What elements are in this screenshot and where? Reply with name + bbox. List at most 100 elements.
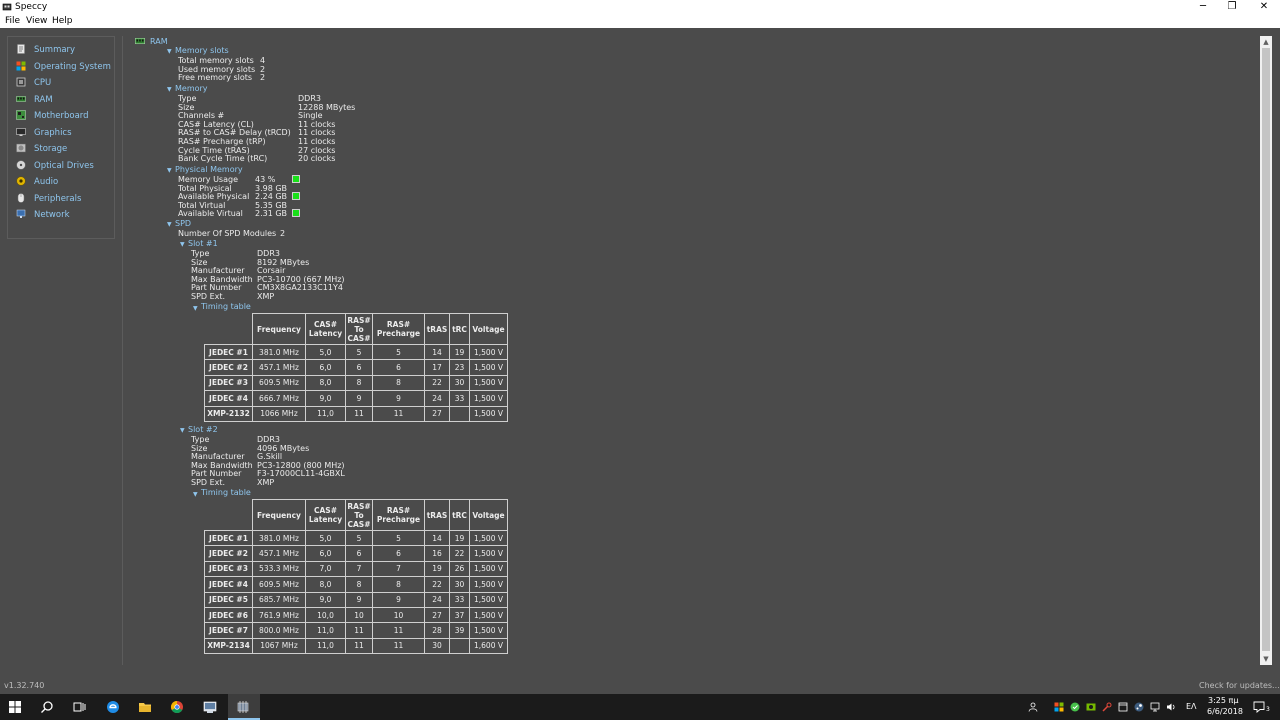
heading-slot-2[interactable]: Slot #2: [188, 425, 218, 434]
tray-tool-icon[interactable]: [1102, 702, 1112, 712]
input-language-indicator[interactable]: ΕΛ: [1186, 702, 1197, 711]
collapse-arrow-icon[interactable]: ▼: [193, 305, 198, 312]
table-cell: 6,0: [305, 545, 346, 562]
clock-time[interactable]: 3:25 πμ: [1208, 696, 1238, 705]
table-cell: 37: [449, 606, 470, 624]
notifications-icon[interactable]: [1253, 701, 1265, 713]
volume-icon[interactable]: [1166, 702, 1176, 712]
menu-file[interactable]: File: [5, 16, 20, 26]
minimize-button[interactable]: ─: [1187, 0, 1219, 15]
table-cell: 11: [372, 405, 425, 422]
table-cell: 11: [345, 637, 373, 655]
nvidia-icon[interactable]: [1086, 702, 1096, 712]
table-cell: 1,500 V: [469, 606, 508, 624]
field-value: XMP: [257, 478, 275, 487]
people-icon[interactable]: [1028, 702, 1038, 712]
table-cell: 9: [345, 591, 373, 608]
taskbar-app-edge[interactable]: [98, 694, 130, 720]
table-cell: 22: [424, 576, 450, 593]
heading-memory-slots[interactable]: Memory slots: [175, 46, 229, 55]
heading-timing-table[interactable]: Timing table: [201, 302, 251, 311]
clock-date[interactable]: 6/6/2018: [1207, 707, 1243, 716]
network-status-icon[interactable]: [1150, 702, 1160, 712]
table-cell: 30: [424, 637, 450, 655]
status-indicator-icon: [292, 192, 300, 201]
task-view-button[interactable]: [64, 694, 96, 720]
table-cell: 6: [372, 359, 425, 376]
table-cell: 8: [372, 374, 425, 392]
scroll-up-arrow-icon[interactable]: ▲: [1260, 36, 1272, 48]
table-cell: 761.9 MHz: [252, 606, 306, 624]
table-row: JEDEC #2 457.1 MHz 6,0 6 6 16 22 1,500 V: [204, 545, 508, 562]
collapse-arrow-icon[interactable]: ▼: [167, 48, 172, 55]
menu-help[interactable]: Help: [52, 16, 73, 26]
tray-app-icon[interactable]: [1070, 702, 1080, 712]
sidebar-item-label: Operating System: [34, 61, 111, 72]
table-row: JEDEC #4 666.7 MHz 9,0 9 9 24 33 1,500 V: [204, 390, 508, 407]
windows-defender-icon[interactable]: [1054, 702, 1064, 712]
collapse-arrow-icon[interactable]: ▼: [180, 427, 185, 434]
status-indicator-icon: [292, 209, 300, 218]
table-cell: 10,0: [305, 606, 346, 624]
steam-icon[interactable]: [1134, 702, 1144, 712]
graphics-icon: [16, 127, 26, 136]
table-row: JEDEC #5 685.7 MHz 9,0 9 9 24 33 1,500 V: [204, 591, 508, 608]
window-title: Speccy: [15, 2, 48, 12]
table-cell: JEDEC #3: [204, 560, 253, 578]
field-value: 2: [280, 229, 286, 238]
table-cell: XMP-2132: [204, 405, 253, 422]
collapse-arrow-icon[interactable]: ▼: [180, 241, 185, 248]
table-cell: 381.0 MHz: [252, 343, 306, 361]
sidebar-item-label: Audio: [34, 177, 59, 187]
taskbar-app-chrome[interactable]: [162, 694, 194, 720]
start-button[interactable]: [0, 694, 32, 720]
edge-icon: [107, 701, 119, 713]
table-cell: 11,0: [305, 405, 346, 422]
taskbar-search-button[interactable]: [32, 694, 64, 720]
table-cell: 39: [449, 622, 470, 639]
table-cell: 8,0: [305, 576, 346, 593]
collapse-arrow-icon[interactable]: ▼: [167, 86, 172, 93]
table-cell: 19: [449, 529, 470, 547]
table-row: XMP-2134 1067 MHz 11,0 11 11 30 1,600 V: [204, 637, 508, 655]
tray-window-icon[interactable]: [1118, 702, 1128, 712]
taskbar-app-speccy[interactable]: [228, 694, 260, 720]
column-header: RAS# Precharge: [372, 313, 425, 345]
column-header: Frequency: [252, 499, 306, 531]
table-cell: 17: [424, 359, 450, 376]
ram-icon: [135, 38, 145, 44]
column-header: tRC: [449, 313, 470, 345]
table-cell: 1,500 V: [469, 591, 508, 608]
taskbar-app-generic[interactable]: [195, 694, 227, 720]
maximize-button[interactable]: ❐: [1216, 0, 1248, 15]
field-label: Bank Cycle Time (tRC): [178, 154, 268, 164]
heading-physical-memory[interactable]: Physical Memory: [175, 165, 243, 174]
taskbar-app-file-explorer[interactable]: [130, 694, 162, 720]
table-cell: 30: [449, 576, 470, 593]
collapse-arrow-icon[interactable]: ▼: [167, 221, 172, 228]
table-cell: 6: [372, 545, 425, 562]
field-label: Number Of SPD Modules: [178, 229, 277, 238]
heading-timing-table[interactable]: Timing table: [201, 488, 251, 497]
sidebar-item-label: Summary: [34, 45, 76, 55]
table-cell: 9: [345, 390, 373, 407]
table-cell: JEDEC #2: [204, 359, 253, 376]
table-cell: 19: [449, 343, 470, 361]
table-cell: XMP-2134: [204, 637, 253, 655]
heading-memory[interactable]: Memory: [175, 84, 208, 93]
heading-spd[interactable]: SPD: [175, 219, 191, 228]
table-cell: 609.5 MHz: [252, 374, 306, 392]
table-cell: 5: [372, 529, 425, 547]
collapse-arrow-icon[interactable]: ▼: [193, 491, 198, 498]
scrollbar-thumb[interactable]: [1262, 48, 1270, 651]
table-cell: JEDEC #6: [204, 606, 253, 624]
table-cell: 9: [372, 591, 425, 608]
heading-slot-1[interactable]: Slot #1: [188, 239, 218, 248]
check-for-updates-link[interactable]: Check for updates...: [1199, 681, 1280, 690]
column-header: CAS# Latency: [305, 499, 346, 531]
collapse-arrow-icon[interactable]: ▼: [167, 167, 172, 174]
scroll-down-arrow-icon[interactable]: ▼: [1260, 653, 1272, 665]
close-button[interactable]: ✕: [1248, 0, 1280, 15]
vertical-scrollbar[interactable]: ▲ ▼: [1260, 36, 1272, 665]
menu-view[interactable]: View: [26, 16, 47, 26]
